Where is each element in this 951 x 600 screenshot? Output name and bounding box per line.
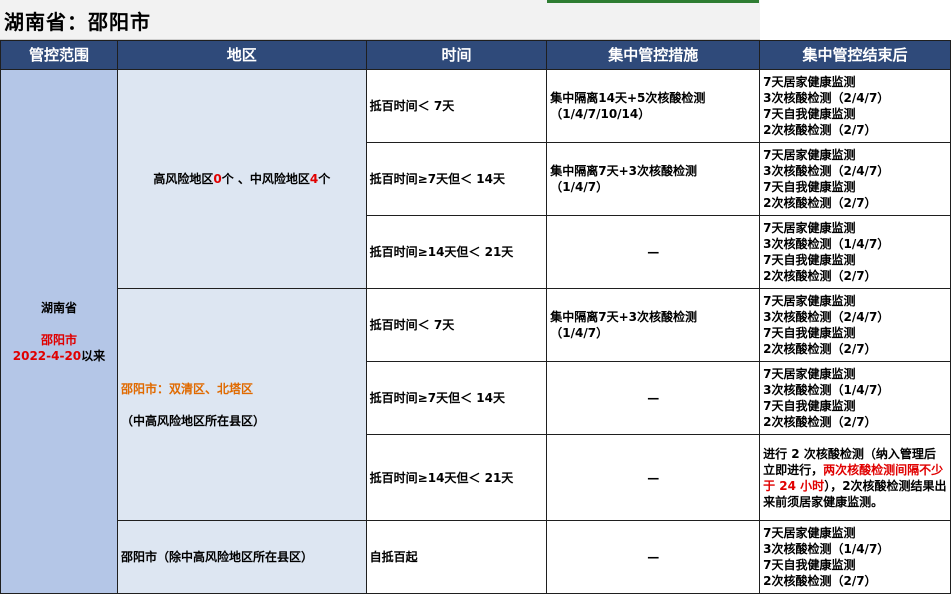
after-cell: 7天居家健康监测 3次核酸检测（1/4/7） 7天自我健康监测 2次核酸检测（2/7） [759, 215, 951, 289]
area-high-risk: 高风险地区0个 、中风险地区4个 [116, 69, 367, 289]
measure-cell: 集中隔离14天+5次核酸检测 （1/4/7/10/14） [546, 69, 761, 143]
district-note: （中高风险地区所在县区） [120, 413, 265, 428]
high-risk-count: 0 [213, 172, 222, 186]
after-cell: 7天居家健康监测 3次核酸检测（2/4/7） 7天自我健康监测 2次核酸检测（2/7） [759, 69, 951, 143]
after-cell: 7天居家健康监测 3次核酸检测（2/4/7） 7天自我健康监测 2次核酸检测（2/7） [759, 288, 951, 362]
control-table: 管控范围 地区 时间 集中管控措施 集中管控结束后 湖南省 邵阳市 2022-4… [0, 40, 951, 594]
after-cell: 7天居家健康监测 3次核酸检测（1/4/7） 7天自我健康监测 2次核酸检测（2/7） [759, 361, 951, 435]
after-cell: 7天居家健康监测 3次核酸检测（1/4/7） 7天自我健康监测 2次核酸检测（2/7） [759, 520, 951, 594]
page-title: 湖南省：邵阳市 [4, 10, 151, 34]
header-after: 集中管控结束后 [759, 40, 951, 70]
time-cell: 抵百时间≥14天但＜ 21天 [365, 434, 548, 521]
time-cell: 抵百时间≥14天但＜ 21天 [365, 215, 548, 289]
table-row: 邵阳市（除中高风险地区所在县区） 自抵百起 — 7天居家健康监测 3次核酸检测（1… [1, 520, 951, 594]
scope-date: 2022-4-20 [12, 348, 82, 363]
measure-cell: — [546, 215, 761, 289]
measure-cell: — [546, 520, 761, 594]
district-name: 邵阳市：双清区、北塔区 [120, 381, 253, 396]
time-cell: 抵百时间≥7天但＜ 14天 [365, 142, 548, 216]
active-cell-indicator [547, 0, 759, 3]
area-district: 邵阳市：双清区、北塔区 （中高风险地区所在县区） [116, 288, 367, 521]
time-cell: 抵百时间≥7天但＜ 14天 [365, 361, 548, 435]
time-cell: 抵百时间＜ 7天 [365, 288, 548, 362]
title-bar: 湖南省：邵阳市 [0, 0, 951, 40]
mid-risk-count: 4 [309, 172, 319, 186]
measure-cell: — [546, 361, 761, 435]
scope-city: 邵阳市 [40, 332, 77, 347]
scope-province: 湖南省 [40, 300, 77, 315]
scope-since: 以来 [81, 348, 106, 363]
measure-cell: 集中隔离7天+3次核酸检测 （1/4/7） [546, 288, 761, 362]
time-cell: 自抵百起 [365, 520, 548, 594]
table-row: 邵阳市：双清区、北塔区 （中高风险地区所在县区） 抵百时间＜ 7天 集中隔离7天… [1, 288, 951, 521]
after-cell: 7天居家健康监测 3次核酸检测（2/4/7） 7天自我健康监测 2次核酸检测（2/7） [759, 142, 951, 216]
blank-cell [760, 0, 951, 40]
table-row: 湖南省 邵阳市 2022-4-20以来 高风险地区0个 、中风险地区4个 抵百时… [0, 69, 951, 594]
measure-cell: — [546, 434, 761, 521]
scope-cell: 湖南省 邵阳市 2022-4-20以来 [0, 69, 118, 594]
header-area: 地区 [116, 40, 367, 70]
header-scope: 管控范围 [0, 40, 118, 70]
measure-cell: 集中隔离7天+3次核酸检测 （1/4/7） [546, 142, 761, 216]
header-row: 管控范围 地区 时间 集中管控措施 集中管控结束后 [0, 40, 951, 70]
after-cell: 进行 2 次核酸检测（纳入管理后立即进行，两次核酸检测间隔不少于 24 小时），… [759, 434, 951, 521]
time-cell: 抵百时间＜ 7天 [365, 69, 548, 143]
header-time: 时间 [365, 40, 548, 70]
area-other: 邵阳市（除中高风险地区所在县区） [116, 520, 367, 594]
header-measure: 集中管控措施 [546, 40, 761, 70]
